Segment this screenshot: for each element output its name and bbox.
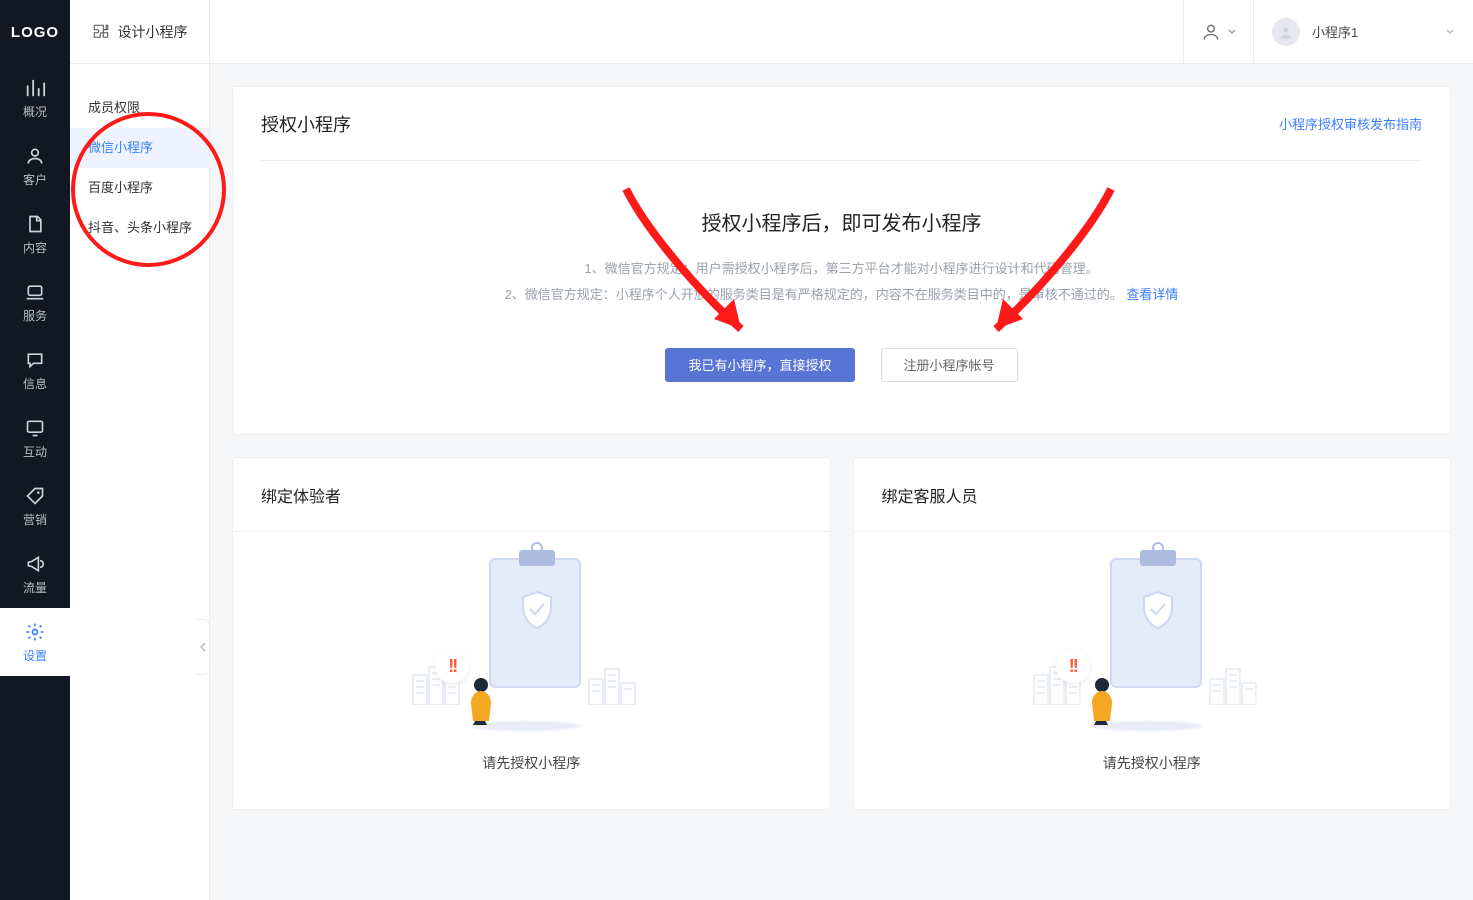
chevron-down-icon	[1227, 27, 1237, 37]
interactive-icon	[24, 417, 46, 439]
sidebar-secondary: 成员权限 微信小程序 百度小程序 抖音、头条小程序	[70, 64, 210, 900]
nav-label: 设置	[23, 647, 47, 664]
bind-cs-card: 绑定客服人员 !!	[853, 457, 1452, 810]
nav-label: 服务	[23, 307, 47, 324]
chart-icon	[24, 77, 46, 99]
person-icon	[461, 675, 499, 725]
chevron-down-icon	[1445, 27, 1455, 37]
sub-item-wechat[interactable]: 微信小程序	[70, 128, 209, 168]
nav-message[interactable]: 信息	[0, 336, 70, 404]
empty-illustration: !!	[411, 558, 651, 733]
see-detail-link[interactable]: 查看详情	[1126, 287, 1178, 302]
authorize-card: 授权小程序 小程序授权审核发布指南 授权小程序后，即可发布小程序 1、微信官方规…	[232, 86, 1451, 435]
bind-tester-card: 绑定体验者 !!	[232, 457, 831, 810]
document-icon	[24, 213, 46, 235]
sub-item-douyin[interactable]: 抖音、头条小程序	[70, 208, 209, 248]
top-bar: 设计小程序 小程序1	[70, 0, 1473, 64]
nav-label: 概况	[23, 103, 47, 120]
nav-label: 营销	[23, 511, 47, 528]
sub-item-baidu[interactable]: 百度小程序	[70, 168, 209, 208]
bind-cs-title: 绑定客服人员	[854, 458, 1451, 532]
nav-marketing[interactable]: 营销	[0, 472, 70, 540]
megaphone-icon	[24, 553, 46, 575]
sidebar-primary: LOGO 概况 客户 内容 服务 信息 互动	[0, 0, 70, 900]
nav-traffic[interactable]: 流量	[0, 540, 70, 608]
auth-tip: 授权小程序后，即可发布小程序	[261, 207, 1422, 236]
app-name: 小程序1	[1312, 22, 1445, 41]
auth-rules: 1、微信官方规定：用户需授权小程序后，第三方平台才能对小程序进行设计和代码管理。…	[261, 256, 1422, 308]
top-user-dropdown[interactable]	[1183, 0, 1253, 63]
auth-title: 授权小程序	[261, 111, 1279, 137]
chevron-left-icon	[199, 641, 207, 653]
bind-tester-empty: 请先授权小程序	[482, 753, 580, 773]
user-outline-icon	[1201, 22, 1221, 42]
app-avatar	[1272, 18, 1300, 46]
collapse-sidebar-button[interactable]	[196, 619, 210, 675]
nav-interaction[interactable]: 互动	[0, 404, 70, 472]
nav-label: 内容	[23, 239, 47, 256]
authorize-direct-button[interactable]: 我已有小程序，直接授权	[665, 348, 854, 382]
rule-1: 1、微信官方规定：用户需授权小程序后，第三方平台才能对小程序进行设计和代码管理。	[261, 256, 1422, 282]
gear-icon	[24, 621, 46, 643]
user-icon	[24, 145, 46, 167]
rule-2: 2、微信官方规定：小程序个人开放的服务类目是有严格规定的，内容不在服务类目中的，…	[505, 287, 1123, 302]
puzzle-icon	[92, 23, 110, 41]
nav-customer[interactable]: 客户	[0, 132, 70, 200]
bind-tester-title: 绑定体验者	[233, 458, 830, 532]
chat-icon	[24, 349, 46, 371]
tag-icon	[24, 485, 46, 507]
nav-service[interactable]: 服务	[0, 268, 70, 336]
logo: LOGO	[0, 0, 70, 64]
register-account-button[interactable]: 注册小程序帐号	[881, 348, 1018, 382]
design-miniapp-button[interactable]: 设计小程序	[70, 0, 210, 63]
top-app-switcher[interactable]: 小程序1	[1253, 0, 1473, 63]
nav-overview[interactable]: 概况	[0, 64, 70, 132]
nav-label: 流量	[23, 579, 47, 596]
nav-label: 互动	[23, 443, 47, 460]
nav-label: 客户	[23, 171, 47, 188]
design-label: 设计小程序	[118, 22, 188, 42]
sub-head-members[interactable]: 成员权限	[70, 88, 209, 128]
bind-cs-empty: 请先授权小程序	[1103, 753, 1201, 773]
service-icon	[24, 281, 46, 303]
nav-label: 信息	[23, 375, 47, 392]
auth-guide-link[interactable]: 小程序授权审核发布指南	[1279, 114, 1422, 133]
empty-illustration: !!	[1032, 558, 1272, 733]
person-icon	[1082, 675, 1120, 725]
nav-content[interactable]: 内容	[0, 200, 70, 268]
content-area: 授权小程序 小程序授权审核发布指南 授权小程序后，即可发布小程序 1、微信官方规…	[210, 64, 1473, 900]
nav-settings[interactable]: 设置	[0, 608, 70, 676]
